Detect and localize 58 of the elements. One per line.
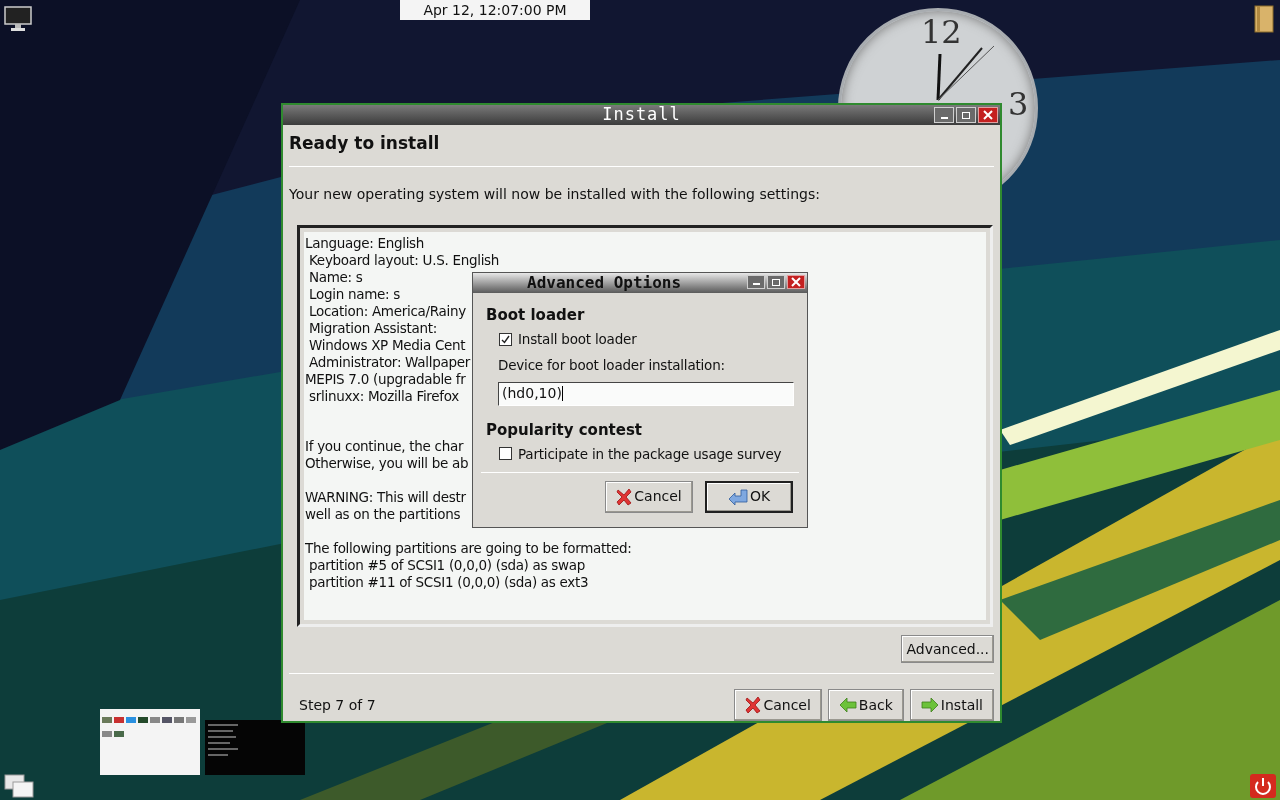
checkbox-label[interactable]: Install boot loader <box>518 329 637 350</box>
close-button[interactable] <box>978 107 998 123</box>
dialog-title: Advanced Options <box>527 272 682 294</box>
summary-line: Location: America/Rainy <box>308 303 466 320</box>
cross-icon <box>745 696 762 714</box>
checkbox[interactable] <box>499 447 512 461</box>
summary-line: Otherwise, you will be ab <box>305 455 469 472</box>
install-button[interactable]: Install <box>909 689 994 721</box>
date-time-display: Apr 12, 12:07:00 PM <box>400 0 590 20</box>
cross-icon <box>616 487 633 506</box>
maximize-button[interactable] <box>956 107 976 123</box>
summary-line: WARNING: This will destr <box>305 489 466 506</box>
minimize-button[interactable] <box>934 107 954 123</box>
summary-line: Keyboard layout: U.S. English <box>308 252 500 269</box>
clock-numeral: 3 <box>1008 88 1029 120</box>
maximize-button[interactable] <box>767 275 785 289</box>
ok-button[interactable]: OK <box>705 480 793 513</box>
summary-line: Migration Assistant: <box>308 320 437 337</box>
return-arrow-icon <box>727 488 748 505</box>
field-label: Device for boot loader installation: <box>498 356 726 376</box>
summary-line: srlinuxx: Mozilla Firefox <box>308 388 459 405</box>
left-arrow-icon <box>838 697 857 713</box>
summary-line: Name: s <box>308 269 363 286</box>
monitor-icon[interactable] <box>4 6 32 32</box>
intro-text: Your new operating system will now be installed with the following settings: <box>289 185 821 204</box>
device-field[interactable]: (hd0,10) <box>498 381 794 406</box>
summary-line: If you continue, the char <box>305 438 464 455</box>
checkbox[interactable] <box>499 332 512 346</box>
cancel-button[interactable]: Cancel <box>605 480 693 513</box>
step-indicator: Step 7 of 7 <box>299 695 377 715</box>
close-icon <box>983 110 993 120</box>
right-arrow-icon <box>920 697 939 713</box>
close-button[interactable] <box>787 275 805 289</box>
windows-icon[interactable] <box>4 774 34 798</box>
cancel-button[interactable]: Cancel <box>734 689 822 721</box>
back-button[interactable]: Back <box>827 689 904 721</box>
window-thumbnail[interactable] <box>100 709 200 775</box>
section-heading: Boot loader <box>486 305 586 325</box>
summary-line: MEPIS 7.0 (upgradable fr <box>305 371 466 388</box>
advanced-button[interactable]: Advanced... <box>901 635 994 663</box>
section-heading: Popularity contest <box>486 419 643 440</box>
terminal-thumbnail[interactable] <box>205 720 305 775</box>
summary-line: The following partitions are going to be formatted: <box>305 540 632 557</box>
checkbox-label[interactable]: Participate in the package usage survey <box>518 443 782 464</box>
summary-line: Login name: s <box>308 286 400 303</box>
clock-numeral: 12 <box>921 16 962 48</box>
page-heading: Ready to install <box>289 133 441 153</box>
summary-line: partition #5 of SCSI1 (0,0,0) (sda) as swap <box>308 557 585 574</box>
summary-line: Administrator: Wallpaper <box>308 354 470 371</box>
minimize-button[interactable] <box>747 275 765 289</box>
close-icon <box>791 277 801 287</box>
summary-line: Language: English <box>305 235 425 252</box>
book-icon[interactable] <box>1252 4 1276 34</box>
summary-line: partition #11 of SCSI1 (0,0,0) (sda) as ext3 <box>308 574 589 591</box>
summary-line: well as on the partitions <box>305 506 461 523</box>
window-title: Install <box>602 103 681 127</box>
power-icon[interactable] <box>1250 774 1276 798</box>
summary-line: Windows XP Media Cent <box>308 337 466 354</box>
